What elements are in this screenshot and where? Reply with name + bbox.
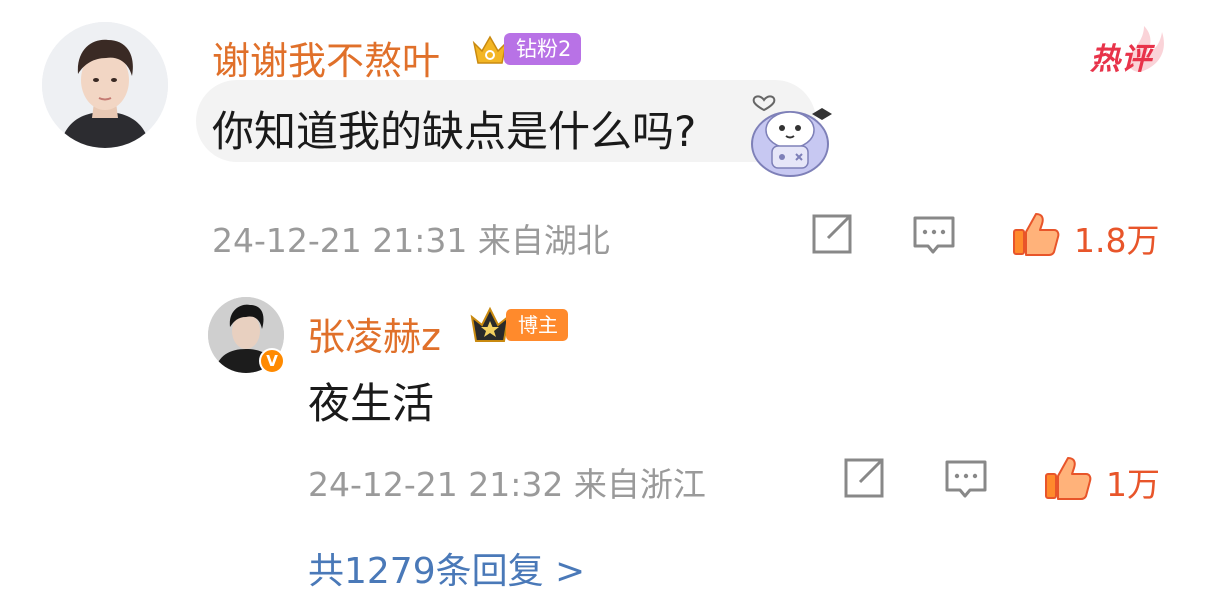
comment-location: 来自湖北	[477, 221, 610, 260]
reply-share-icon[interactable]	[842, 456, 886, 500]
reply-thumbs-up-icon[interactable]	[1044, 454, 1092, 502]
comment-text: 你知道我的缺点是什么吗?	[212, 107, 697, 156]
reply-text: 夜生活	[308, 379, 435, 428]
fan-badge-label: 钻粉2	[504, 33, 582, 65]
hot-tag-label: 热评	[1090, 42, 1152, 77]
fan-level-badge[interactable]: 钻粉2	[470, 28, 582, 70]
commenter-avatar[interactable]	[42, 22, 168, 148]
verified-v-badge: V	[259, 348, 285, 374]
blogger-badge-label: 博主	[506, 309, 568, 341]
blogger-badge: 博主	[468, 302, 568, 348]
comment-like-count[interactable]: 1.8万	[1074, 214, 1159, 262]
reply-location: 来自浙江	[573, 465, 706, 504]
reply-meta: 24-12-21 21:32 来自浙江	[308, 458, 706, 506]
comment-meta: 24-12-21 21:31 来自湖北	[212, 214, 610, 262]
reply-timestamp: 24-12-21 21:32	[308, 465, 564, 504]
reply-like-count[interactable]: 1万	[1106, 458, 1160, 506]
reply-comment-icon[interactable]	[944, 458, 988, 502]
view-more-replies-link[interactable]: 共1279条回复 >	[308, 542, 585, 594]
comment-timestamp: 24-12-21 21:31	[212, 221, 468, 260]
comment-icon[interactable]	[912, 214, 956, 258]
commenter-username[interactable]: 谢谢我不熬叶	[212, 30, 440, 85]
share-icon[interactable]	[810, 212, 854, 256]
thumbs-up-icon[interactable]	[1012, 210, 1060, 258]
sticker-image	[742, 88, 838, 184]
hot-comment-tag: 热评	[1090, 26, 1170, 77]
blogger-username[interactable]: 张凌赫z	[307, 306, 441, 361]
comment-thread: 谢谢我不熬叶 钻粉2 热评 你知道我的缺点是什么吗? 24-12-21 21:3…	[0, 0, 1206, 604]
